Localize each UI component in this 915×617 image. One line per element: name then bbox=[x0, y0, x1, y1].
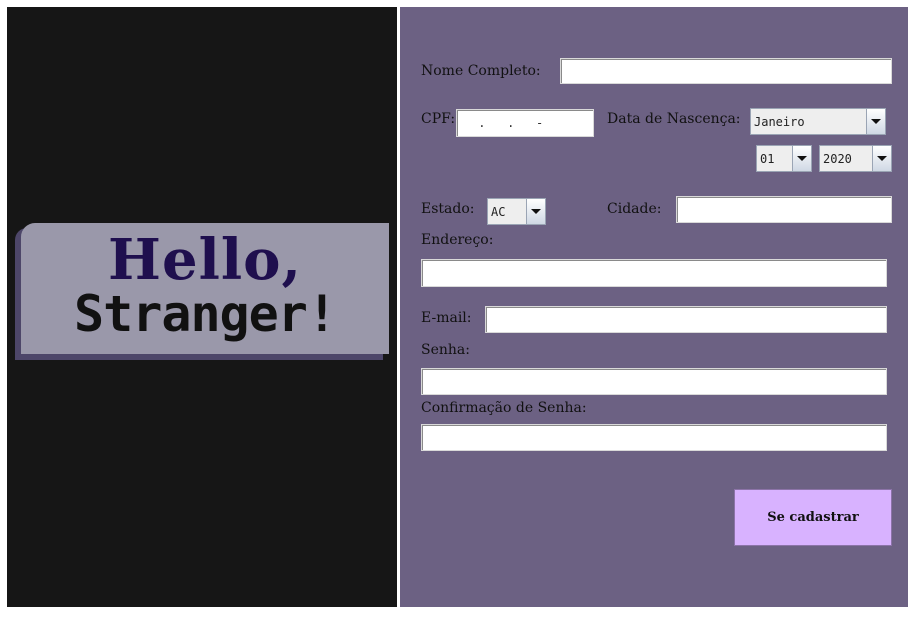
mes-dropdown-arrow[interactable] bbox=[866, 109, 885, 134]
chevron-down-icon bbox=[877, 156, 887, 161]
chevron-down-icon bbox=[531, 209, 541, 214]
senha-input[interactable] bbox=[421, 368, 887, 395]
dia-select[interactable]: 01 bbox=[756, 145, 812, 172]
endereco-input[interactable] bbox=[421, 259, 887, 287]
dia-dropdown-arrow[interactable] bbox=[792, 146, 811, 171]
se-cadastrar-button[interactable]: Se cadastrar bbox=[734, 489, 892, 546]
confirmacao-senha-label: Confirmação de Senha: bbox=[421, 400, 587, 416]
senha-label: Senha: bbox=[421, 342, 470, 358]
nome-completo-input[interactable] bbox=[560, 58, 892, 84]
ano-dropdown-arrow[interactable] bbox=[872, 146, 891, 171]
email-label: E-mail: bbox=[421, 310, 472, 326]
cidade-input[interactable] bbox=[676, 196, 892, 223]
banner-stranger-text: Stranger! bbox=[74, 285, 337, 343]
mes-select[interactable]: Janeiro bbox=[750, 108, 886, 135]
dia-select-value: 01 bbox=[760, 151, 775, 166]
chevron-down-icon bbox=[797, 156, 807, 161]
ano-select[interactable]: 2020 bbox=[819, 145, 892, 172]
mes-select-value: Janeiro bbox=[754, 114, 805, 129]
cpf-input[interactable] bbox=[456, 109, 594, 137]
data-nascenca-label: Data de Nascença: bbox=[607, 111, 741, 127]
cpf-label: CPF: bbox=[421, 111, 456, 127]
ano-select-value: 2020 bbox=[823, 151, 852, 166]
endereco-label: Endereço: bbox=[421, 232, 494, 248]
hello-stranger-banner: Hello, Stranger! bbox=[21, 223, 389, 354]
nome-completo-label: Nome Completo: bbox=[421, 63, 541, 79]
estado-select[interactable]: AC bbox=[487, 198, 546, 225]
chevron-down-icon bbox=[871, 119, 881, 124]
estado-select-value: AC bbox=[491, 204, 506, 219]
estado-dropdown-arrow[interactable] bbox=[526, 199, 545, 224]
estado-label: Estado: bbox=[421, 201, 475, 217]
email-input[interactable] bbox=[485, 306, 887, 333]
confirmacao-senha-input[interactable] bbox=[421, 424, 887, 451]
cidade-label: Cidade: bbox=[607, 201, 662, 217]
banner-hello-text: Hello, bbox=[108, 227, 302, 293]
